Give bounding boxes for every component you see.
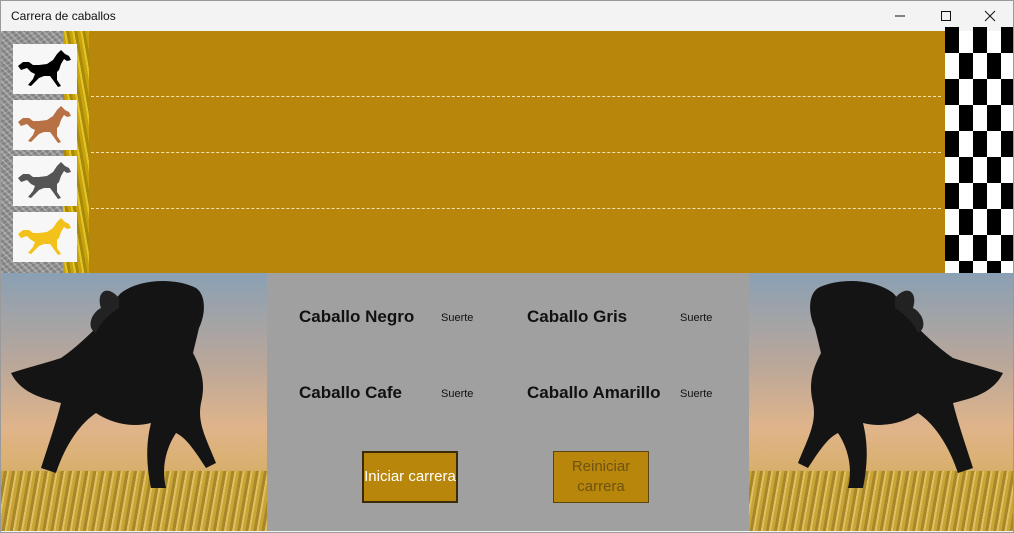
title-bar: Carrera de caballos <box>1 1 1013 31</box>
horse-gris-luck: Suerte <box>680 312 713 324</box>
checker-cell <box>959 209 973 235</box>
lane-divider <box>91 96 941 97</box>
horse-brown-icon <box>18 106 71 143</box>
checker-cell <box>1001 79 1013 105</box>
checker-cell <box>959 157 973 183</box>
horse-amarillo-label: Caballo Amarillo <box>527 383 661 402</box>
checker-cell <box>959 105 973 131</box>
checker-cell <box>945 27 959 53</box>
horse-amarillo-luck: Suerte <box>680 388 713 400</box>
checker-cell <box>945 131 959 157</box>
horse-gray-icon <box>18 162 71 199</box>
checker-cell <box>987 209 1001 235</box>
maximize-icon <box>941 11 951 21</box>
lane-divider <box>91 208 941 209</box>
checker-cell <box>987 105 1001 131</box>
checker-cell <box>945 79 959 105</box>
race-track <box>1 27 1013 287</box>
lane-divider <box>91 152 941 153</box>
checker-cell <box>1001 183 1013 209</box>
horse-yellow <box>13 212 77 262</box>
checker-cell <box>959 53 973 79</box>
horse-negro-label: Caballo Negro <box>299 307 415 326</box>
checker-cell <box>973 183 987 209</box>
checker-cell <box>973 235 987 261</box>
checker-cell <box>1001 235 1013 261</box>
horse-black <box>13 44 77 94</box>
checker-cell <box>973 79 987 105</box>
checker-cell <box>945 235 959 261</box>
horse-yellow-icon <box>18 218 71 255</box>
checker-cell <box>1001 131 1013 157</box>
checker-cell <box>987 157 1001 183</box>
close-icon <box>984 10 996 22</box>
checker-cell <box>1001 27 1013 53</box>
horse-gray <box>13 156 77 206</box>
rearing-horse-image <box>798 281 1003 488</box>
horse-cafe-luck: Suerte <box>441 388 474 400</box>
app-window: Carrera de caballos Caballo Negro Suerte… <box>0 0 1014 533</box>
checker-cell <box>973 131 987 157</box>
start-race-button[interactable]: Iniciar carrera <box>362 451 458 503</box>
horse-gris-label: Caballo Gris <box>527 307 628 326</box>
horse-black-icon <box>18 50 71 87</box>
horse-brown <box>13 100 77 150</box>
horse-cafe-label: Caballo Cafe <box>299 383 402 402</box>
horse-negro-luck: Suerte <box>441 312 474 324</box>
control-panel: Caballo Negro Suerte Caballo Gris Suerte… <box>1 273 1013 531</box>
checker-cell <box>945 183 959 209</box>
horse-photo-left <box>1 273 267 531</box>
horse-photo-right <box>749 273 1013 531</box>
rearing-horse-image <box>11 281 216 488</box>
minimize-icon <box>895 15 905 17</box>
minimize-button[interactable] <box>877 1 923 31</box>
checker-cell <box>987 53 1001 79</box>
checker-cell <box>973 27 987 53</box>
reset-race-button[interactable]: Reiniciar carrera <box>553 451 649 503</box>
finish-line-flag <box>945 27 1013 287</box>
window-title: Carrera de caballos <box>11 9 116 23</box>
